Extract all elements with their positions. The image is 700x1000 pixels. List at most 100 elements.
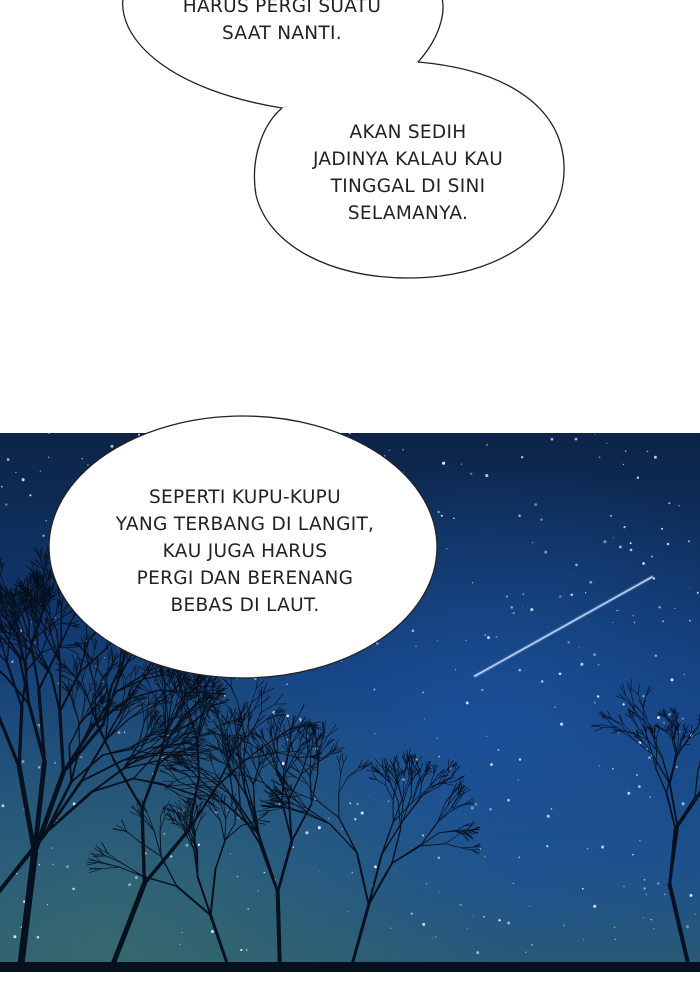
star [263, 871, 266, 874]
star [583, 938, 584, 940]
star [80, 756, 83, 759]
star [685, 925, 690, 929]
star [632, 853, 634, 856]
star [546, 845, 549, 848]
star [390, 927, 392, 929]
star [54, 762, 56, 764]
star [694, 913, 696, 915]
star [639, 839, 641, 842]
star [472, 915, 474, 917]
star [550, 808, 553, 810]
star [229, 853, 232, 855]
star [134, 876, 138, 880]
star [518, 758, 522, 761]
star [52, 863, 54, 866]
star [648, 756, 651, 759]
star [649, 796, 652, 799]
star [546, 814, 550, 818]
star [459, 903, 462, 907]
star [518, 856, 521, 859]
star [426, 738, 428, 740]
star [438, 755, 440, 758]
star [507, 798, 510, 802]
star [356, 802, 359, 806]
star [531, 944, 533, 946]
star [46, 904, 49, 906]
star [197, 843, 201, 846]
star [128, 883, 132, 887]
star [278, 803, 281, 805]
star [36, 935, 40, 939]
star [581, 887, 584, 890]
star [369, 795, 371, 797]
star [300, 720, 302, 722]
star [349, 802, 352, 805]
star [517, 779, 520, 782]
star [374, 733, 376, 735]
star [169, 855, 173, 858]
star [318, 871, 320, 873]
star [236, 875, 239, 878]
star [593, 904, 597, 908]
star [474, 802, 478, 806]
star [643, 878, 646, 881]
star [611, 767, 614, 770]
star [37, 724, 41, 727]
star [210, 930, 214, 934]
star [681, 802, 685, 806]
star [656, 882, 660, 885]
star [38, 863, 41, 866]
star [663, 893, 666, 896]
star [37, 766, 41, 769]
star [410, 912, 413, 915]
star [305, 831, 309, 835]
speech-text-3: SEPERTI KUPU-KUPU YANG TERBANG DI LANGIT… [115, 487, 375, 616]
star [1, 804, 5, 808]
star [645, 893, 648, 896]
star [476, 951, 480, 955]
star [650, 918, 652, 921]
star [507, 921, 511, 925]
star [227, 809, 229, 811]
star [657, 716, 660, 720]
star [563, 924, 566, 927]
star [490, 763, 493, 766]
ground [0, 962, 700, 972]
star [436, 737, 438, 739]
star [66, 865, 70, 869]
star [638, 785, 641, 788]
star [622, 703, 625, 706]
star [341, 828, 344, 830]
star [554, 706, 556, 709]
star [439, 891, 440, 893]
star [424, 718, 426, 720]
star [489, 807, 492, 811]
star [13, 935, 17, 939]
star [681, 717, 684, 720]
star [426, 883, 428, 885]
star [627, 791, 631, 795]
star [286, 738, 289, 741]
speech-text-1: HARUS PERGI SUATU SAAT NANTI. [182, 0, 382, 44]
star [435, 936, 437, 938]
star [72, 887, 75, 891]
star [354, 817, 357, 821]
star [675, 765, 679, 769]
star [317, 826, 321, 830]
star [560, 722, 564, 726]
star [601, 845, 604, 848]
star [623, 885, 625, 888]
star [643, 887, 646, 890]
star [281, 762, 285, 765]
star [117, 731, 121, 734]
star [679, 731, 681, 733]
star [240, 948, 243, 952]
star [483, 855, 486, 858]
star [327, 817, 330, 820]
star [529, 905, 531, 907]
star [245, 948, 248, 952]
star [328, 738, 330, 740]
star [614, 938, 616, 941]
star [642, 916, 644, 918]
star [663, 722, 665, 724]
